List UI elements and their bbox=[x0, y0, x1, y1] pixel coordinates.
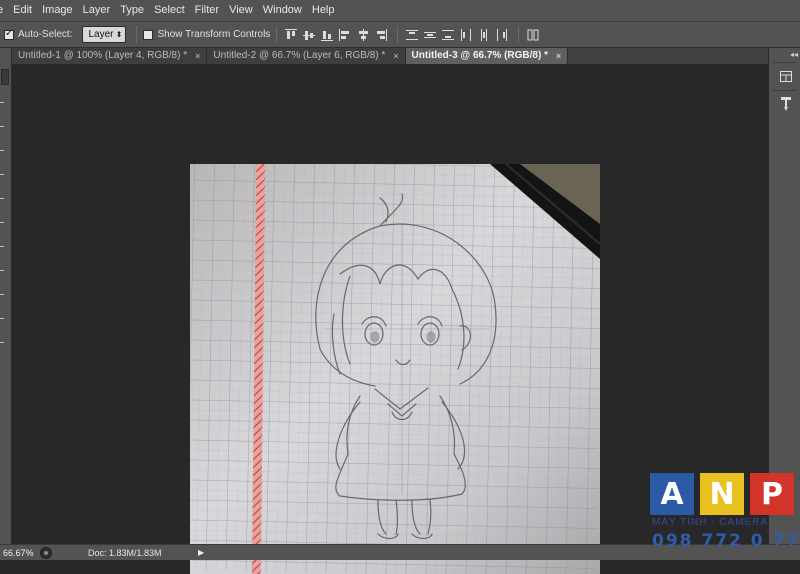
show-transform-controls-checkbox[interactable] bbox=[143, 29, 154, 40]
watermark-letter-a: A bbox=[650, 473, 694, 515]
menu-window[interactable]: Window bbox=[258, 0, 307, 21]
menu-bar: e Edit Image Layer Type Select Filter Vi… bbox=[0, 0, 800, 21]
tool-marker[interactable] bbox=[0, 198, 4, 199]
sketch-photo bbox=[190, 164, 600, 574]
align-right-edges-icon[interactable] bbox=[373, 27, 389, 43]
tool-marker[interactable] bbox=[0, 150, 4, 151]
panel-divider bbox=[773, 62, 797, 63]
menu-filter[interactable]: Filter bbox=[190, 0, 224, 21]
watermark-subtitle: MÁY TÍNH - CAMERA bbox=[652, 517, 769, 528]
options-divider bbox=[397, 26, 399, 43]
brush-presets-icon[interactable] bbox=[777, 96, 795, 112]
panel-dock: ◂◂ bbox=[768, 48, 800, 544]
menu-layer[interactable]: Layer bbox=[78, 0, 116, 21]
tab-untitled-2[interactable]: Untitled-2 @ 66.7% (Layer 6, RGB/8) * × bbox=[207, 48, 406, 64]
document-size-info: Doc: 1.83M/1.83M bbox=[88, 547, 162, 558]
tab-label: Untitled-1 @ 100% (Layer 4, RGB/8) * bbox=[18, 50, 188, 61]
watermark-phone: 098 772 0 772 bbox=[652, 531, 800, 551]
anp-watermark-logo: A N P MÁY TÍNH - CAMERA 098 772 0 772 bbox=[650, 473, 800, 555]
zoom-level-field[interactable]: 66.67% bbox=[0, 546, 36, 560]
watermark-letter-p: P bbox=[750, 473, 794, 515]
show-transform-controls-label: Show Transform Controls bbox=[157, 29, 271, 40]
tab-label: Untitled-2 @ 66.7% (Layer 6, RGB/8) * bbox=[213, 50, 386, 61]
watermark-letter-n: N bbox=[700, 473, 744, 515]
tool-marker[interactable] bbox=[0, 174, 4, 175]
tool-marker[interactable] bbox=[0, 318, 4, 319]
tools-panel bbox=[0, 48, 12, 544]
auto-select-label: Auto-Select: bbox=[18, 29, 73, 40]
document-workspace bbox=[12, 64, 768, 574]
tool-marker[interactable] bbox=[0, 270, 4, 271]
distribute-left-icon[interactable] bbox=[458, 27, 474, 43]
close-icon[interactable]: × bbox=[195, 48, 200, 64]
menu-select[interactable]: Select bbox=[149, 0, 190, 21]
document-tabs: Untitled-1 @ 100% (Layer 4, RGB/8) * × U… bbox=[12, 48, 768, 64]
tool-marker[interactable] bbox=[0, 342, 4, 343]
tools-collapse-button[interactable] bbox=[1, 69, 9, 85]
auto-select-checkbox[interactable] bbox=[4, 28, 14, 40]
menu-view[interactable]: View bbox=[224, 0, 258, 21]
align-bottom-edges-icon[interactable] bbox=[319, 27, 335, 43]
close-icon[interactable]: × bbox=[556, 48, 561, 64]
auto-align-layers-icon[interactable] bbox=[525, 27, 541, 43]
align-left-edges-icon[interactable] bbox=[337, 27, 353, 43]
tab-untitled-1[interactable]: Untitled-1 @ 100% (Layer 4, RGB/8) * × bbox=[12, 48, 208, 64]
status-info-icon[interactable] bbox=[40, 546, 52, 559]
tab-label: Untitled-3 @ 66.7% (RGB/8) * bbox=[411, 50, 548, 61]
menu-edit[interactable]: Edit bbox=[8, 0, 37, 21]
options-divider bbox=[136, 26, 138, 43]
document-canvas[interactable] bbox=[190, 164, 600, 574]
distribute-vertical-centers-icon[interactable] bbox=[422, 27, 438, 43]
options-divider bbox=[518, 26, 520, 43]
distribute-right-icon[interactable] bbox=[494, 27, 510, 43]
panel-divider bbox=[773, 90, 797, 91]
options-bar: Auto-Select: Layer ⬍ Show Transform Cont… bbox=[0, 21, 800, 48]
tool-marker[interactable] bbox=[0, 294, 4, 295]
tab-untitled-3[interactable]: Untitled-3 @ 66.7% (RGB/8) * × bbox=[405, 48, 569, 64]
align-horizontal-centers-icon[interactable] bbox=[355, 27, 371, 43]
distribute-top-icon[interactable] bbox=[404, 27, 420, 43]
dropdown-arrow-icon: ⬍ bbox=[115, 30, 123, 39]
menu-image[interactable]: Image bbox=[37, 0, 78, 21]
auto-select-target-value: Layer bbox=[88, 29, 114, 40]
auto-select-target-dropdown[interactable]: Layer ⬍ bbox=[82, 26, 127, 43]
align-top-edges-icon[interactable] bbox=[283, 27, 299, 43]
menu-file[interactable]: e bbox=[0, 0, 8, 21]
menu-type[interactable]: Type bbox=[115, 0, 149, 21]
panel-collapse-icon[interactable]: ◂◂ bbox=[790, 50, 798, 59]
close-icon[interactable]: × bbox=[393, 48, 398, 64]
tool-marker[interactable] bbox=[0, 222, 4, 223]
status-menu-arrow-icon[interactable]: ▶ bbox=[198, 548, 204, 557]
distribute-horizontal-centers-icon[interactable] bbox=[476, 27, 492, 43]
tool-marker[interactable] bbox=[0, 102, 4, 103]
tool-marker[interactable] bbox=[0, 246, 4, 247]
tool-marker[interactable] bbox=[0, 126, 4, 127]
menu-help[interactable]: Help bbox=[307, 0, 340, 21]
align-vertical-centers-icon[interactable] bbox=[301, 27, 317, 43]
distribute-bottom-icon[interactable] bbox=[440, 27, 456, 43]
panel-grid-icon[interactable] bbox=[777, 68, 795, 84]
options-divider bbox=[276, 26, 278, 43]
